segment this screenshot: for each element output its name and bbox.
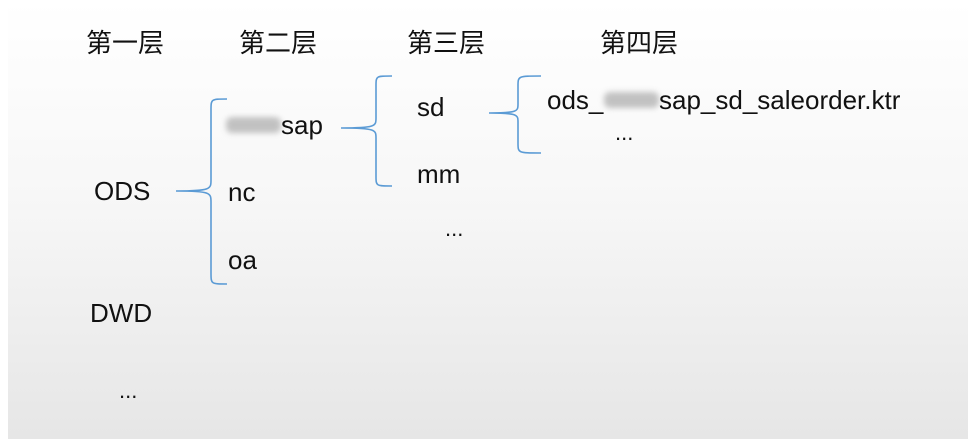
brace-layer1-to-layer2 xyxy=(175,98,228,285)
diagram-canvas: 第一层 第二层 第三层 第四层 ODS DWD ... sap nc oa sd… xyxy=(8,0,968,439)
brace-layer2-to-layer3 xyxy=(340,75,393,187)
brace-layer3-to-layer4 xyxy=(488,75,542,154)
bracket-connectors xyxy=(175,75,542,285)
